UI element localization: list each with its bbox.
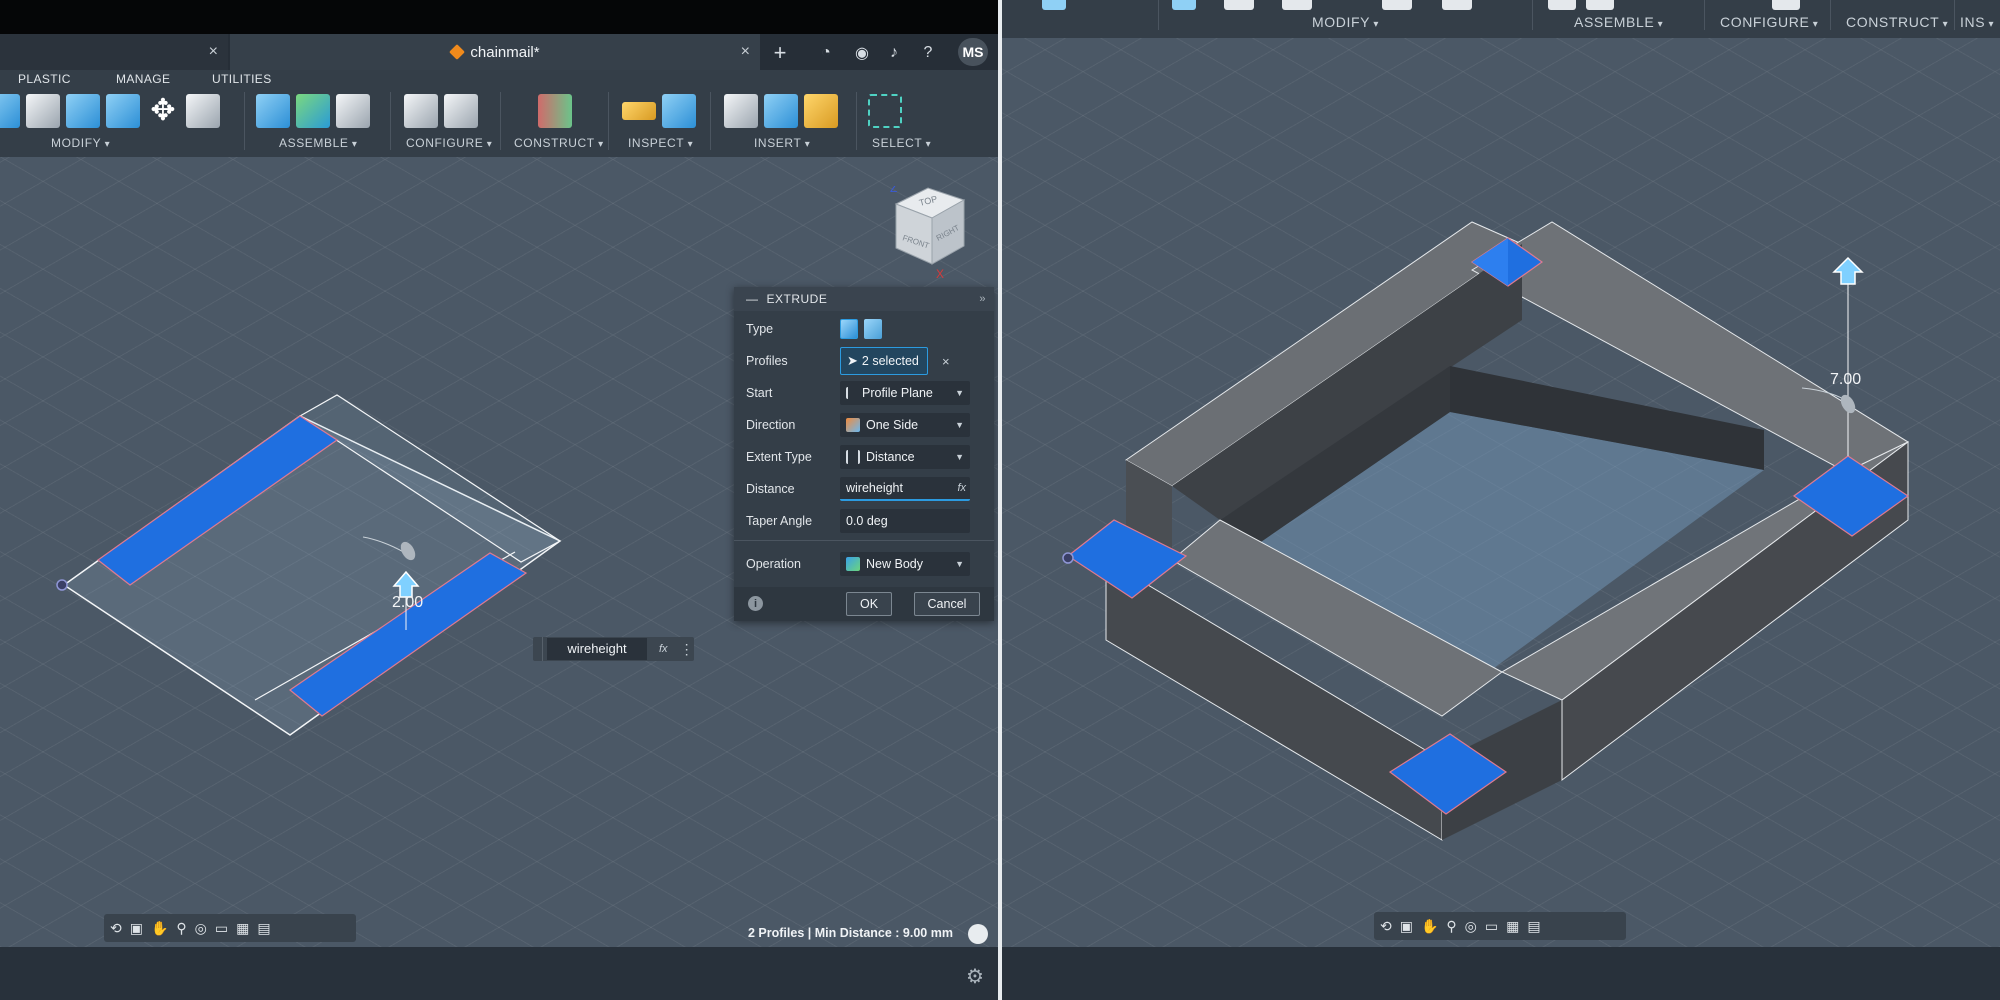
- svg-text:Z: Z: [890, 186, 897, 195]
- fit-icon[interactable]: ◎: [195, 920, 207, 937]
- info-icon[interactable]: i: [748, 596, 763, 611]
- pan-hand-icon[interactable]: ✋: [151, 920, 168, 937]
- floating-distance-input[interactable]: wireheight fx ⋮: [533, 637, 694, 661]
- extrude-panel: — EXTRUDE » Type Profiles ➤ 2 selected ×…: [734, 287, 994, 621]
- chevron-down-icon: ▼: [955, 452, 964, 462]
- profile-plane-icon: [846, 387, 856, 399]
- direction-dropdown[interactable]: One Side ▼: [840, 413, 970, 437]
- orbit-icon[interactable]: ⟲: [110, 920, 122, 937]
- chevron-down-icon: ▼: [955, 420, 964, 430]
- extrude-panel-header[interactable]: — EXTRUDE »: [734, 287, 994, 311]
- extrude-type-solid-icon[interactable]: [840, 319, 858, 339]
- svg-text:X: X: [936, 267, 944, 281]
- gear-icon[interactable]: ⚙: [966, 964, 984, 989]
- status-indicator-icon[interactable]: [968, 924, 988, 944]
- look-at-icon[interactable]: ▣: [130, 920, 143, 937]
- display-settings-icon[interactable]: ▭: [215, 920, 228, 937]
- cursor-icon: ➤: [847, 353, 858, 368]
- operation-row: Operation New Body ▼: [746, 551, 984, 577]
- extruded-body[interactable]: 7.00: [1002, 0, 2000, 1000]
- taper-angle-row: Taper Angle 0.0 deg: [746, 508, 984, 534]
- origin-point-icon: [1062, 552, 1074, 564]
- fx-button[interactable]: fx: [957, 482, 966, 494]
- viewports-icon[interactable]: ▤: [257, 920, 270, 937]
- viewports-icon[interactable]: ▤: [1527, 918, 1540, 935]
- chevron-down-icon: ▼: [955, 559, 964, 569]
- grid-icon[interactable]: ▦: [1506, 918, 1519, 935]
- profiles-select-button[interactable]: ➤ 2 selected: [840, 347, 928, 375]
- extent-type-dropdown[interactable]: Distance ▼: [840, 445, 970, 469]
- dimension-value: 7.00: [1830, 371, 1861, 388]
- extrude-arrow-icon: [1832, 256, 1864, 285]
- extent-type-row: Extent Type Distance ▼: [746, 444, 984, 470]
- profiles-row: Profiles ➤ 2 selected ×: [746, 347, 984, 375]
- pan-hand-icon[interactable]: ✋: [1421, 918, 1438, 935]
- panel-divider: [734, 540, 994, 541]
- bottom-bar: [0, 947, 998, 1000]
- new-body-icon: [846, 557, 860, 571]
- distance-input[interactable]: wireheight fx: [840, 477, 970, 501]
- distance-icon: [846, 450, 860, 464]
- operation-dropdown[interactable]: New Body ▼: [840, 552, 970, 576]
- extrude-title: EXTRUDE: [766, 292, 828, 306]
- fx-button[interactable]: fx: [659, 643, 668, 655]
- status-readout: 2 Profiles | Min Distance : 9.00 mm: [748, 926, 953, 940]
- navigation-toolbar: ⟲ ▣ ✋ ⚲ ◎ ▭ ▦ ▤: [1374, 912, 1626, 940]
- fit-icon[interactable]: ◎: [1465, 918, 1477, 935]
- look-at-icon[interactable]: ▣: [1400, 918, 1413, 935]
- taper-angle-input[interactable]: 0.0 deg: [840, 509, 970, 533]
- cancel-button[interactable]: Cancel: [914, 592, 980, 616]
- orbit-icon[interactable]: ⟲: [1380, 918, 1392, 935]
- left-screenshot: × chainmail* × + ◔ ◉ ♪ ? MS PLASTIC MANA…: [0, 0, 998, 1000]
- origin-point-icon: [56, 579, 68, 591]
- type-row: Type: [746, 316, 984, 342]
- panel-footer: i OK Cancel: [734, 587, 994, 621]
- chevron-down-icon: ▼: [955, 388, 964, 398]
- direction-row: Direction One Side ▼: [746, 412, 984, 438]
- extrude-type-thin-icon[interactable]: [864, 319, 882, 339]
- viewcube[interactable]: TOP FRONT RIGHT Z X: [890, 186, 990, 286]
- distance-row: Distance wireheight fx: [746, 476, 984, 502]
- right-screenshot: MODIFY ASSEMBLE CONFIGURE CONSTRUCT INS: [1002, 0, 2000, 1000]
- zoom-icon[interactable]: ⚲: [1446, 918, 1456, 935]
- one-side-icon: [846, 418, 860, 432]
- start-row: Start Profile Plane ▼: [746, 380, 984, 406]
- zoom-icon[interactable]: ⚲: [176, 920, 186, 937]
- clear-selection-icon[interactable]: ×: [942, 354, 950, 369]
- display-settings-icon[interactable]: ▭: [1485, 918, 1498, 935]
- floating-distance-value[interactable]: wireheight: [547, 638, 647, 660]
- navigation-toolbar: ⟲ ▣ ✋ ⚲ ◎ ▭ ▦ ▤: [104, 914, 356, 942]
- ok-button[interactable]: OK: [846, 592, 892, 616]
- drag-handle[interactable]: [533, 637, 543, 661]
- start-dropdown[interactable]: Profile Plane ▼: [840, 381, 970, 405]
- dimension-value: 2.00: [392, 594, 423, 611]
- grid-icon[interactable]: ▦: [236, 920, 249, 937]
- bottom-bar: [1002, 947, 2000, 1000]
- expand-panel-icon[interactable]: »: [979, 293, 986, 305]
- more-options-icon[interactable]: ⋮: [680, 641, 694, 658]
